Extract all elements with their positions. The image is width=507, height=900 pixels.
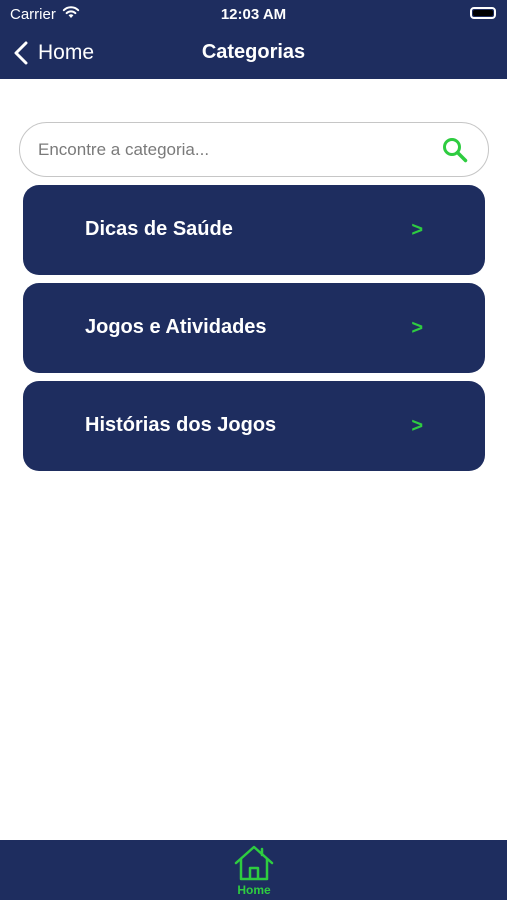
home-icon	[234, 845, 274, 881]
search-input[interactable]	[38, 135, 438, 165]
chevron-right-icon: >	[411, 415, 423, 437]
category-label: Jogos e Atividades	[85, 316, 267, 338]
status-bar: Carrier 12:03 AM	[0, 0, 507, 28]
top-bar: Carrier 12:03 AM Home Categorias	[0, 0, 507, 79]
category-item-historias-dos-jogos[interactable]: Histórias dos Jogos >	[23, 381, 485, 471]
category-label: Dicas de Saúde	[85, 218, 233, 240]
navigation-bar: Home Categorias	[0, 28, 507, 79]
search-icon[interactable]	[442, 137, 468, 163]
chevron-right-icon: >	[411, 219, 423, 241]
battery-icon	[470, 7, 496, 19]
categories-screen: Carrier 12:03 AM Home Categorias Encontr…	[0, 0, 507, 900]
category-label: Histórias dos Jogos	[85, 414, 277, 436]
category-list: Dicas de Saúde > Jogos e Atividades > Hi…	[23, 185, 485, 479]
page-title: Categorias	[201, 41, 306, 63]
tab-bar: Home	[0, 840, 507, 900]
search-bar	[19, 122, 489, 177]
category-item-jogos-e-atividades[interactable]: Jogos e Atividades >	[23, 283, 485, 373]
tab-home-label: Home	[237, 883, 271, 897]
chevron-right-icon: >	[411, 317, 423, 339]
status-time: 12:03 AM	[220, 6, 287, 23]
tab-home[interactable]: Home	[228, 844, 280, 898]
category-item-dicas-de-saude[interactable]: Dicas de Saúde >	[23, 185, 485, 275]
